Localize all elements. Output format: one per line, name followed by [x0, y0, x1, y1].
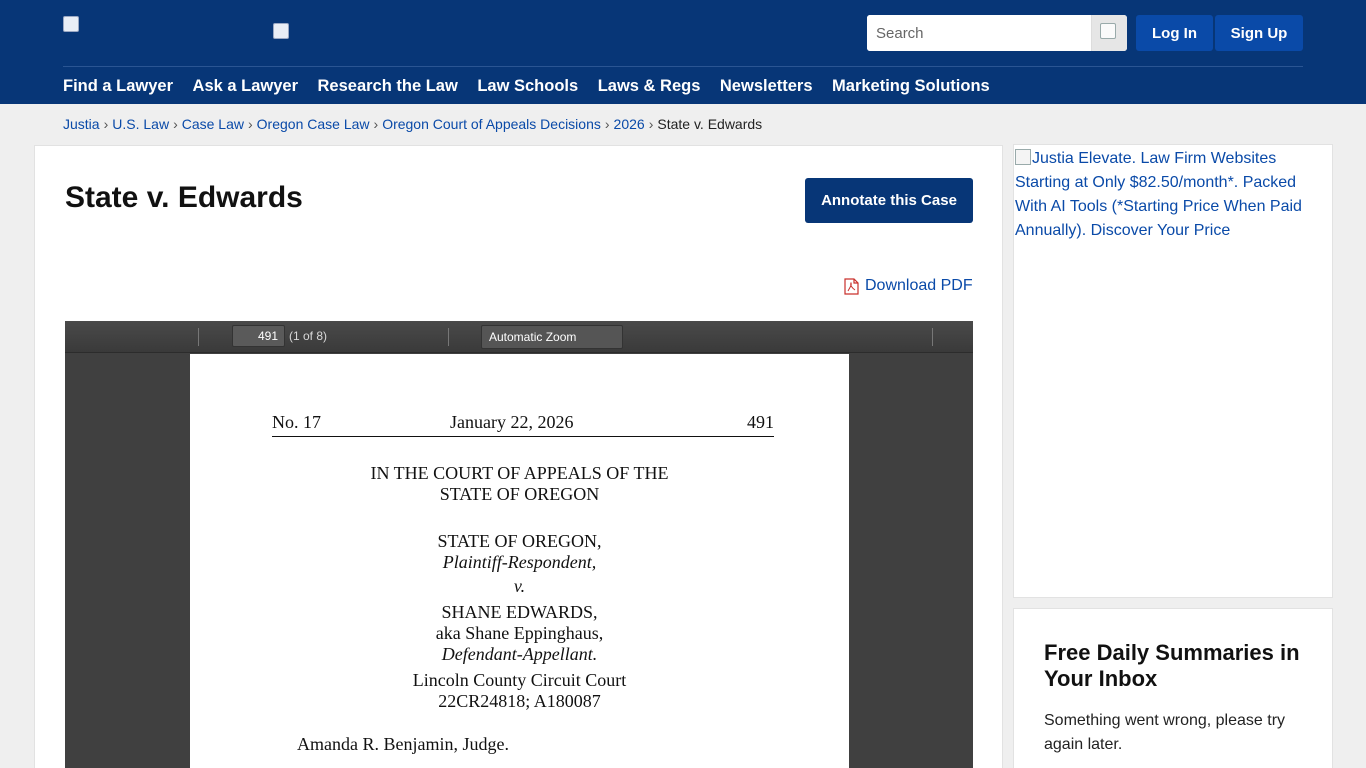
document-header: No. 17 January 22, 2026 491: [272, 410, 774, 437]
search-box: [867, 15, 1127, 51]
search-input[interactable]: [867, 15, 1091, 51]
nav-divider: [63, 66, 1303, 67]
breadcrumb-current: State v. Edwards: [657, 116, 763, 132]
nav-marketing-solutions[interactable]: Marketing Solutions: [832, 76, 990, 96]
download-pdf-link[interactable]: Download PDF: [844, 277, 973, 295]
nav-ask-a-lawyer[interactable]: Ask a Lawyer: [193, 76, 298, 96]
newsletter-title: Free Daily Summaries in Your Inbox: [1044, 640, 1300, 691]
page-count: (1 of 8): [289, 329, 328, 343]
pdf-icon: [844, 277, 859, 295]
download-pdf-label: Download PDF: [865, 277, 973, 294]
toolbar-separator: [448, 328, 449, 346]
nav-research-the-law[interactable]: Research the Law: [318, 76, 458, 96]
newsletter-error-message: Something went wrong, please try again l…: [1044, 712, 1286, 753]
case-panel: State v. Edwards Annotate this Case Down…: [34, 145, 1003, 768]
document-page: 491: [747, 412, 774, 432]
zoom-select[interactable]: Automatic Zoom: [481, 325, 623, 349]
search-icon: [1100, 23, 1116, 39]
toolbar-separator: [198, 328, 199, 346]
breadcrumb-separator: ›: [103, 116, 109, 132]
login-button[interactable]: Log In: [1136, 15, 1213, 51]
breadcrumb-separator: ›: [373, 116, 379, 132]
breadcrumb-oregon-case-law[interactable]: Oregon Case Law: [257, 116, 370, 132]
header-banner-icon[interactable]: [273, 23, 289, 39]
ad-link[interactable]: Justia Elevate. Law Firm Websites Starti…: [1014, 145, 1332, 243]
justia-logo-icon[interactable]: [63, 16, 79, 32]
ad-text: Justia Elevate. Law Firm Websites Starti…: [1015, 150, 1302, 239]
breadcrumb-separator: ›: [173, 116, 178, 132]
defendant-name: SHANE EDWARDS,: [441, 602, 598, 622]
newsletter-box: Free Daily Summaries in Your Inbox Somet…: [1013, 608, 1333, 768]
document-date: January 22, 2026: [450, 412, 574, 432]
broken-image-icon: [1015, 149, 1031, 165]
signup-button[interactable]: Sign Up: [1215, 15, 1303, 51]
pdf-viewer[interactable]: 491 (1 of 8) Automatic Zoom No. 17 Janua…: [65, 321, 973, 768]
lower-court: Lincoln County Circuit Court: [412, 670, 627, 690]
toolbar-separator: [932, 328, 933, 346]
pdf-toolbar: 491 (1 of 8) Automatic Zoom: [65, 321, 973, 353]
pdf-page: No. 17 January 22, 2026 491 IN THE COURT…: [190, 354, 849, 768]
breadcrumb-2026[interactable]: 2026: [614, 116, 645, 132]
court-name-line1: IN THE COURT OF APPEALS OF THE: [370, 463, 669, 483]
main-nav: Find a Lawyer Ask a Lawyer Research the …: [63, 76, 990, 96]
nav-laws-regs[interactable]: Laws & Regs: [598, 76, 701, 96]
court-name-line2: STATE OF OREGON: [439, 484, 600, 504]
plaintiff-name: STATE OF OREGON,: [437, 531, 602, 551]
versus: v.: [513, 576, 526, 596]
defendant-role: Defendant-Appellant.: [441, 644, 598, 664]
nav-law-schools[interactable]: Law Schools: [477, 76, 578, 96]
breadcrumb-justia[interactable]: Justia: [63, 116, 100, 132]
plaintiff-role: Plaintiff-Respondent,: [442, 552, 597, 572]
breadcrumb-separator: ›: [604, 116, 610, 132]
site-header: Log In Sign Up Find a Lawyer Ask a Lawye…: [0, 0, 1366, 104]
document-number: No. 17: [272, 412, 321, 432]
search-button[interactable]: [1091, 15, 1127, 51]
breadcrumb: Justia › U.S. Law › Case Law › Oregon Case Law…: [63, 116, 762, 132]
breadcrumb-oregon-court-of-appeals[interactable]: Oregon Court of Appeals Decisions: [382, 116, 601, 132]
nav-newsletters[interactable]: Newsletters: [720, 76, 813, 96]
defendant-aka: aka Shane Eppinghaus,: [435, 623, 604, 643]
case-numbers: 22CR24818; A180087: [438, 691, 601, 711]
breadcrumb-case-law[interactable]: Case Law: [182, 116, 244, 132]
annotate-case-button[interactable]: Annotate this Case: [805, 178, 973, 223]
page-title: State v. Edwards: [65, 181, 303, 214]
breadcrumb-separator: ›: [248, 116, 253, 132]
breadcrumb-separator: ›: [648, 116, 654, 132]
page-number-input[interactable]: 491: [232, 325, 285, 347]
breadcrumb-us-law[interactable]: U.S. Law: [112, 116, 169, 132]
sidebar-ad: Justia Elevate. Law Firm Websites Starti…: [1013, 144, 1333, 598]
nav-find-a-lawyer[interactable]: Find a Lawyer: [63, 76, 173, 96]
judge-line: Amanda R. Benjamin, Judge.: [297, 734, 509, 754]
